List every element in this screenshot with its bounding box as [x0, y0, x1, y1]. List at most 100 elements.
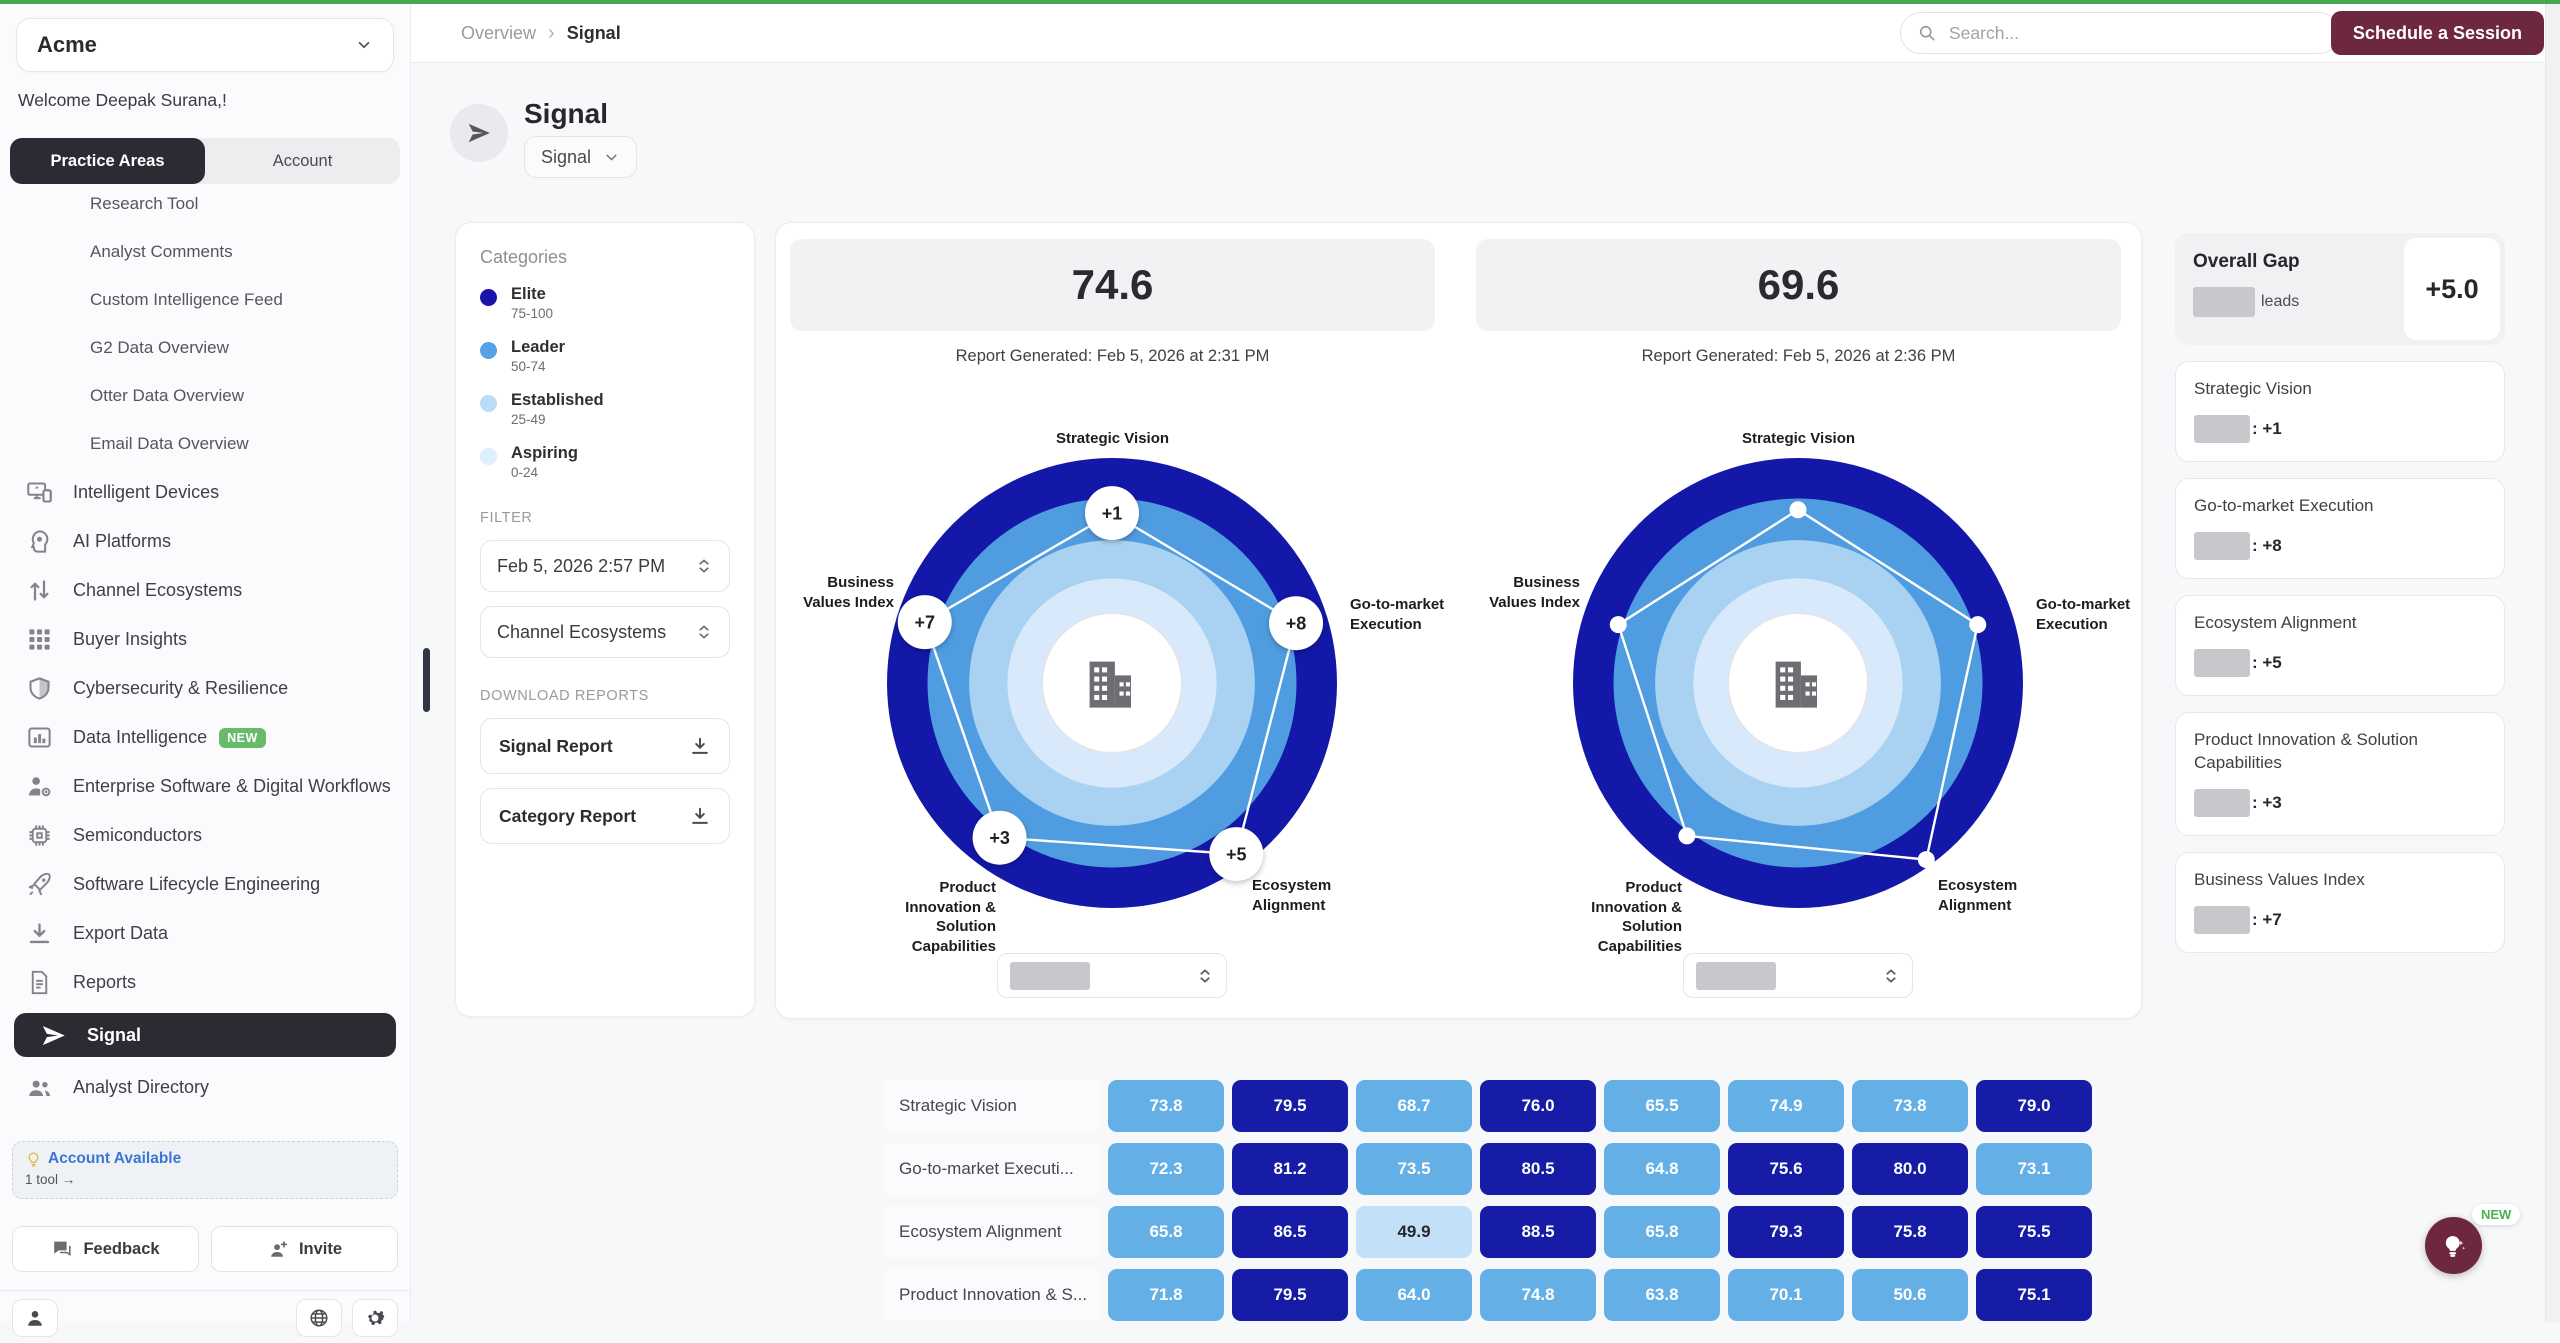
heat-cell[interactable]: 68.7: [1356, 1080, 1472, 1132]
radar-node: [1790, 501, 1807, 518]
account-available-card[interactable]: Account Available 1 tool →: [12, 1141, 398, 1199]
sidebar-item-enterprise-software-digital-workflows[interactable]: Enterprise Software & Digital Workflows: [0, 762, 410, 811]
heat-cell[interactable]: 81.2: [1232, 1143, 1348, 1195]
sidebar-item-export-data[interactable]: Export Data: [0, 909, 410, 958]
settings-button[interactable]: [352, 1299, 398, 1337]
heat-cell[interactable]: 63.8: [1604, 1269, 1720, 1321]
chart-vendor-selector[interactable]: [1683, 953, 1913, 998]
breadcrumb-current: Signal: [567, 23, 621, 44]
search-input[interactable]: [1947, 22, 2323, 45]
gear-icon: [364, 1307, 386, 1329]
rocket-icon: [26, 871, 53, 898]
category-report-download-button[interactable]: Category Report: [480, 788, 730, 844]
heat-cell[interactable]: 75.1: [1976, 1269, 2092, 1321]
heat-cell[interactable]: 65.8: [1108, 1206, 1224, 1258]
chart-vendor-selector[interactable]: [997, 953, 1227, 998]
table-row: Ecosystem Alignment65.886.549.988.565.87…: [885, 1206, 2100, 1258]
sidebar-subitem-analyst-comments[interactable]: Analyst Comments: [0, 228, 410, 276]
legend-item-elite[interactable]: Elite75-100: [480, 285, 730, 321]
sidebar-item-signal[interactable]: Signal: [14, 1013, 396, 1057]
heat-cell[interactable]: 49.9: [1356, 1206, 1472, 1258]
sidebar-item-channel-ecosystems[interactable]: Channel Ecosystems: [0, 566, 410, 615]
profile-button[interactable]: [12, 1299, 58, 1337]
date-filter-select[interactable]: Feb 5, 2026 2:57 PM: [480, 540, 730, 592]
heat-cell[interactable]: 75.5: [1976, 1206, 2092, 1258]
chip-icon: [26, 822, 53, 849]
heat-cell[interactable]: 79.3: [1728, 1206, 1844, 1258]
sidebar-scrollbar-thumb[interactable]: [423, 648, 430, 712]
gap-card-label: Go-to-market Execution: [2194, 495, 2486, 518]
heat-cell[interactable]: 76.0: [1480, 1080, 1596, 1132]
sidebar-subitem-g2-data-overview[interactable]: G2 Data Overview: [0, 324, 410, 372]
heat-cell[interactable]: 74.9: [1728, 1080, 1844, 1132]
tab-account[interactable]: Account: [205, 138, 400, 184]
heat-cell[interactable]: 80.5: [1480, 1143, 1596, 1195]
sidebar-item-reports[interactable]: Reports: [0, 958, 410, 1007]
tab-practice-areas[interactable]: Practice Areas: [10, 138, 205, 184]
heat-cell[interactable]: 88.5: [1480, 1206, 1596, 1258]
heat-cell[interactable]: 72.3: [1108, 1143, 1224, 1195]
feedback-button[interactable]: Feedback: [12, 1226, 199, 1272]
heat-cell[interactable]: 79.0: [1976, 1080, 2092, 1132]
heat-cell[interactable]: 74.8: [1480, 1269, 1596, 1321]
breadcrumb: Overview › Signal: [461, 4, 621, 62]
heat-cell[interactable]: 50.6: [1852, 1269, 1968, 1321]
sidebar-subitem-custom-intelligence-feed[interactable]: Custom Intelligence Feed: [0, 276, 410, 324]
assistant-button[interactable]: [2425, 1217, 2482, 1274]
heat-cell[interactable]: 70.1: [1728, 1269, 1844, 1321]
table-row: Strategic Vision73.879.568.776.065.574.9…: [885, 1080, 2100, 1132]
sidebar-item-ai-platforms[interactable]: AI Platforms: [0, 517, 410, 566]
language-button[interactable]: [296, 1299, 342, 1337]
page-scrollbar[interactable]: [2545, 4, 2560, 1322]
categories-title: Categories: [480, 247, 730, 268]
legend-range: 50-74: [511, 359, 565, 374]
assistant-new-badge: NEW: [2472, 1204, 2520, 1225]
categories-legend: Elite75-100 Leader50-74 Established25-49 As…: [480, 285, 730, 480]
sidebar-subitem-research-tool[interactable]: Research Tool: [0, 190, 410, 228]
heat-cell[interactable]: 80.0: [1852, 1143, 1968, 1195]
signal-type-selector[interactable]: Signal: [524, 136, 637, 178]
heat-cell[interactable]: 64.0: [1356, 1269, 1472, 1321]
heat-cell[interactable]: 65.8: [1604, 1206, 1720, 1258]
category-filter-select[interactable]: Channel Ecosystems: [480, 606, 730, 658]
sidebar-subitem-email-data-overview[interactable]: Email Data Overview: [0, 420, 410, 468]
radar-node: [1610, 616, 1627, 633]
sidebar-item-buyer-insights[interactable]: Buyer Insights: [0, 615, 410, 664]
heat-cell[interactable]: 73.8: [1852, 1080, 1968, 1132]
send-icon: [466, 120, 492, 146]
legend-item-leader[interactable]: Leader50-74: [480, 338, 730, 374]
heat-cell[interactable]: 73.1: [1976, 1143, 2092, 1195]
sidebar-item-analyst-directory[interactable]: Analyst Directory: [0, 1063, 410, 1112]
heat-cell[interactable]: 73.8: [1108, 1080, 1224, 1132]
heat-cell[interactable]: 65.5: [1604, 1080, 1720, 1132]
heat-cell[interactable]: 79.5: [1232, 1080, 1348, 1132]
heat-cell[interactable]: 73.5: [1356, 1143, 1472, 1195]
gap-card-value: : +7: [2252, 910, 2282, 930]
download-button-label: Signal Report: [499, 736, 613, 757]
score-banner: 74.6: [790, 239, 1435, 331]
breadcrumb-overview[interactable]: Overview: [461, 23, 536, 44]
invite-button[interactable]: Invite: [211, 1226, 398, 1272]
heat-cell[interactable]: 75.8: [1852, 1206, 1968, 1258]
heat-cell[interactable]: 75.6: [1728, 1143, 1844, 1195]
legend-item-established[interactable]: Established25-49: [480, 391, 730, 427]
gap-card-strategic-vision: Strategic Vision: +1: [2175, 361, 2505, 462]
download-button-label: Category Report: [499, 806, 636, 827]
sidebar-item-data-intelligence[interactable]: Data IntelligenceNEW: [0, 713, 410, 762]
sidebar-item-intelligent-devices[interactable]: Intelligent Devices: [0, 468, 410, 517]
download-reports-title: DOWNLOAD REPORTS: [480, 688, 730, 704]
filters-card: Categories Elite75-100 Leader50-74 Establi…: [455, 222, 755, 1017]
org-selector[interactable]: Acme: [16, 18, 394, 72]
sidebar-item-cybersecurity-resilience[interactable]: Cybersecurity & Resilience: [0, 664, 410, 713]
schedule-session-button[interactable]: Schedule a Session: [2331, 11, 2544, 55]
signal-report-download-button[interactable]: Signal Report: [480, 718, 730, 774]
sidebar-item-semiconductors[interactable]: Semiconductors: [0, 811, 410, 860]
legend-item-aspiring[interactable]: Aspiring0-24: [480, 444, 730, 480]
heat-cell[interactable]: 71.8: [1108, 1269, 1224, 1321]
heat-cell[interactable]: 64.8: [1604, 1143, 1720, 1195]
heat-cell[interactable]: 79.5: [1232, 1269, 1348, 1321]
sidebar-subitem-otter-data-overview[interactable]: Otter Data Overview: [0, 372, 410, 420]
sidebar-item-software-lifecycle-engineering[interactable]: Software Lifecycle Engineering: [0, 860, 410, 909]
heat-cell[interactable]: 86.5: [1232, 1206, 1348, 1258]
search-box: [1900, 12, 2340, 54]
